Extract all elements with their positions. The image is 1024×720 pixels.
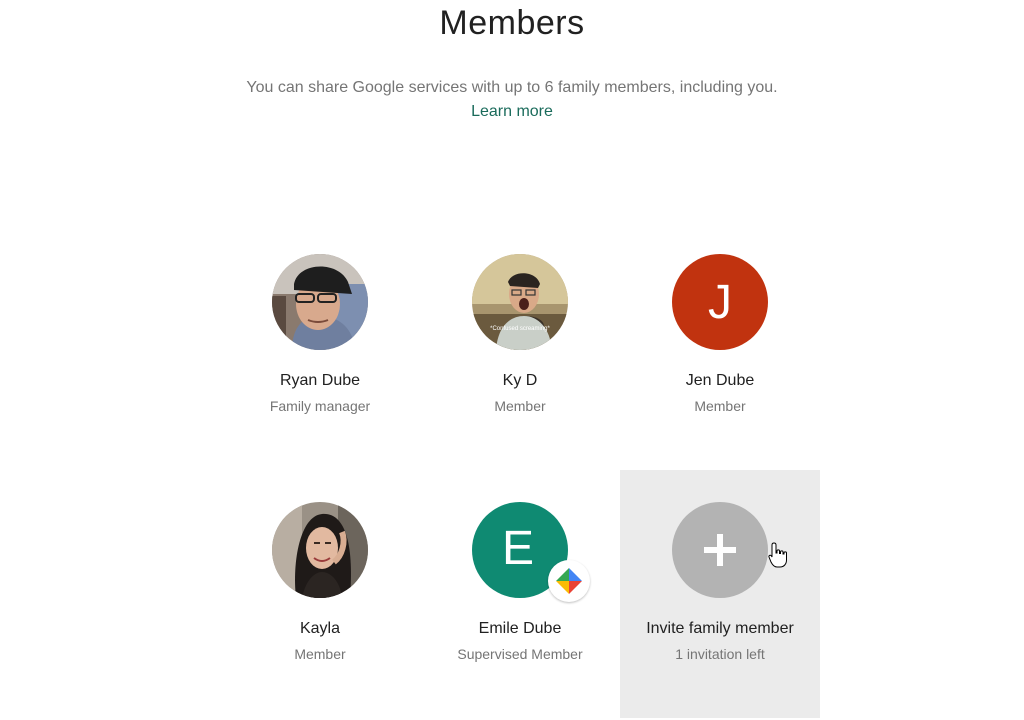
- avatar-ryan-dube: [272, 254, 368, 350]
- invite-family-member-button[interactable]: Invite family member 1 invitation left: [620, 470, 820, 718]
- plus-glyph: [704, 534, 736, 566]
- learn-more-link[interactable]: Learn more: [471, 103, 553, 120]
- member-role: Family manager: [269, 398, 371, 414]
- invite-status: 1 invitation left: [675, 646, 765, 662]
- avatar-photo: *Confused screaming*: [472, 254, 568, 350]
- family-link-icon: [548, 560, 590, 602]
- member-name: Kayla: [299, 620, 341, 637]
- member-role: Member: [694, 398, 746, 414]
- member-role: Member: [294, 646, 346, 662]
- page-title: Members: [439, 4, 585, 42]
- avatar-initial: E: [501, 521, 534, 575]
- member-card-jen-dube[interactable]: J Jen Dube Member: [620, 222, 820, 470]
- avatar-photo: [272, 254, 368, 350]
- learn-more-container: Learn more: [0, 103, 1024, 121]
- family-link-logo: [556, 568, 582, 594]
- member-name: Ky D: [502, 372, 538, 389]
- avatar-jen-dube: J: [672, 254, 768, 350]
- member-name: Jen Dube: [685, 372, 755, 389]
- member-card-ky-d[interactable]: *Confused screaming* Ky D Member: [420, 222, 620, 470]
- avatar-ky-d: *Confused screaming*: [472, 254, 568, 350]
- member-role: Supervised Member: [457, 646, 583, 662]
- member-card-emile-dube[interactable]: E Emile Dube Supervised Member: [420, 470, 620, 718]
- member-role: Member: [494, 398, 546, 414]
- hand-cursor-icon: [768, 542, 788, 568]
- plus-icon: [672, 502, 768, 598]
- avatar-photo: [272, 502, 368, 598]
- page-subtitle: You can share Google services with up to…: [246, 79, 778, 96]
- family-members-page: Members You can share Google services wi…: [0, 0, 1024, 720]
- member-card-kayla[interactable]: Kayla Member: [220, 470, 420, 718]
- member-card-ryan-dube[interactable]: Ryan Dube Family manager: [220, 222, 420, 470]
- avatar-initial: J: [708, 275, 732, 329]
- member-name: Emile Dube: [478, 620, 562, 637]
- member-name: Ryan Dube: [279, 372, 361, 389]
- invite-label: Invite family member: [646, 620, 794, 637]
- avatar-kayla: [272, 502, 368, 598]
- photo-caption: *Confused screaming*: [490, 326, 550, 332]
